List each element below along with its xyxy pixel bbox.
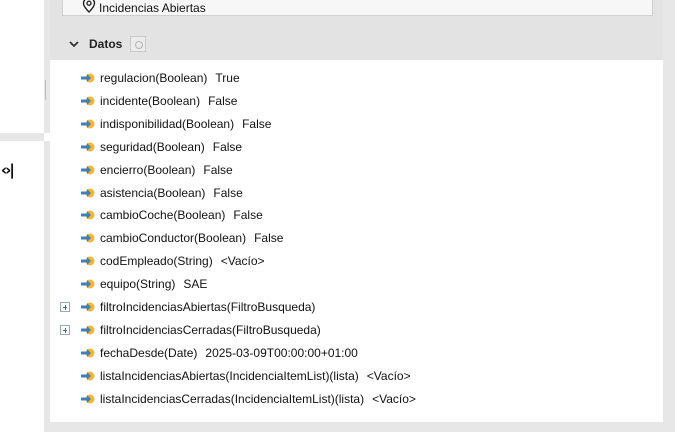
- property-name: encierro(Boolean): [100, 163, 196, 177]
- property-row[interactable]: encierro(Boolean) False: [60, 161, 233, 179]
- property-name: incidente(Boolean): [100, 94, 201, 108]
- property-value: SAE: [183, 277, 208, 291]
- property-row[interactable]: cambioConductor(Boolean) False: [60, 229, 283, 247]
- property-value: False: [242, 117, 272, 131]
- property-arrow-icon: [81, 256, 95, 266]
- datos-section-title: Datos: [89, 37, 123, 51]
- chevron-down-icon[interactable]: [68, 38, 80, 50]
- property-arrow-icon: [81, 233, 95, 243]
- property-name: seguridad(Boolean): [100, 140, 205, 154]
- property-arrow-icon: [81, 142, 95, 152]
- location-pin-icon: [82, 0, 96, 13]
- property-row[interactable]: fechaDesde(Date) 2025-03-09T00:00:00+01:0…: [60, 344, 358, 362]
- property-row[interactable]: regulacion(Boolean) True: [60, 69, 240, 87]
- property-arrow-icon: [81, 188, 95, 198]
- property-row[interactable]: indisponibilidad(Boolean) False: [60, 115, 271, 133]
- property-row[interactable]: filtroIncidenciasAbiertas(FiltroBusqueda…: [60, 298, 315, 316]
- property-value: False: [233, 208, 263, 222]
- property-name: regulacion(Boolean): [100, 71, 208, 85]
- property-row[interactable]: asistencia(Boolean) False: [60, 184, 243, 202]
- property-value: False: [208, 94, 238, 108]
- bottom-border: [44, 422, 675, 432]
- property-value: False: [212, 140, 243, 154]
- datos-section-header[interactable]: Datos: [50, 28, 663, 60]
- property-name: listaIncidenciasAbiertas(IncidenciaItemL…: [100, 369, 359, 383]
- property-arrow-icon: [81, 325, 95, 335]
- property-value: False: [203, 163, 233, 177]
- property-arrow-icon: [81, 348, 95, 358]
- property-name: listaIncidenciasCerradas(IncidenciaItemL…: [100, 392, 365, 406]
- expand-plus-icon[interactable]: [60, 325, 70, 335]
- property-row[interactable]: cambioCoche(Boolean) False: [60, 206, 263, 224]
- expand-plus-icon[interactable]: [60, 302, 70, 312]
- property-name: codEmpleado(String): [100, 254, 213, 268]
- property-name: asistencia(Boolean): [100, 186, 206, 200]
- property-value: <Vacío>: [366, 369, 411, 383]
- property-row[interactable]: filtroIncidenciasCerradas(FiltroBusqueda…: [60, 321, 321, 339]
- property-arrow-icon: [81, 210, 95, 220]
- splitter-handle[interactable]: [45, 80, 46, 100]
- property-row[interactable]: equipo(String) SAE: [60, 275, 207, 293]
- property-value: False: [213, 186, 243, 200]
- property-arrow-icon: [81, 165, 95, 175]
- left-pane: [0, 0, 44, 432]
- settings-icon[interactable]: [130, 36, 147, 52]
- left-pane-divider: [0, 133, 44, 141]
- incidencias-abiertas-item[interactable]: Incidencias Abiertas: [62, 0, 653, 16]
- property-row[interactable]: listaIncidenciasAbiertas(IncidenciaItemL…: [60, 367, 411, 385]
- property-name: equipo(String): [100, 277, 176, 291]
- property-row[interactable]: incidente(Boolean) False: [60, 92, 237, 110]
- last-page-icon[interactable]: ‹›|: [1, 161, 15, 179]
- property-row[interactable]: codEmpleado(String) <Vacío>: [60, 252, 265, 270]
- property-value: False: [254, 231, 284, 245]
- property-row[interactable]: seguridad(Boolean) False: [60, 138, 242, 156]
- property-arrow-icon: [81, 119, 95, 129]
- property-name: cambioConductor(Boolean): [100, 231, 247, 245]
- property-arrow-icon: [81, 279, 95, 289]
- property-value: <Vacío>: [372, 392, 416, 406]
- property-name: filtroIncidenciasCerradas(FiltroBusqueda…: [100, 323, 321, 337]
- property-name: fechaDesde(Date): [100, 346, 198, 360]
- property-name: filtroIncidenciasAbiertas(FiltroBusqueda…: [100, 300, 316, 314]
- property-name: indisponibilidad(Boolean): [100, 117, 235, 131]
- property-value: True: [215, 71, 240, 85]
- right-scroll-gutter: [663, 0, 675, 432]
- property-name: cambioCoche(Boolean): [100, 208, 226, 222]
- property-arrow-icon: [81, 73, 95, 83]
- incidencias-abiertas-label: Incidencias Abiertas: [99, 0, 206, 15]
- property-arrow-icon: [81, 394, 95, 404]
- property-arrow-icon: [81, 371, 95, 381]
- property-row[interactable]: listaIncidenciasCerradas(IncidenciaItemL…: [60, 390, 416, 408]
- property-value: 2025-03-09T00:00:00+01:00: [205, 346, 358, 360]
- property-value: <Vacío>: [220, 254, 265, 268]
- property-arrow-icon: [81, 96, 95, 106]
- property-arrow-icon: [81, 302, 95, 312]
